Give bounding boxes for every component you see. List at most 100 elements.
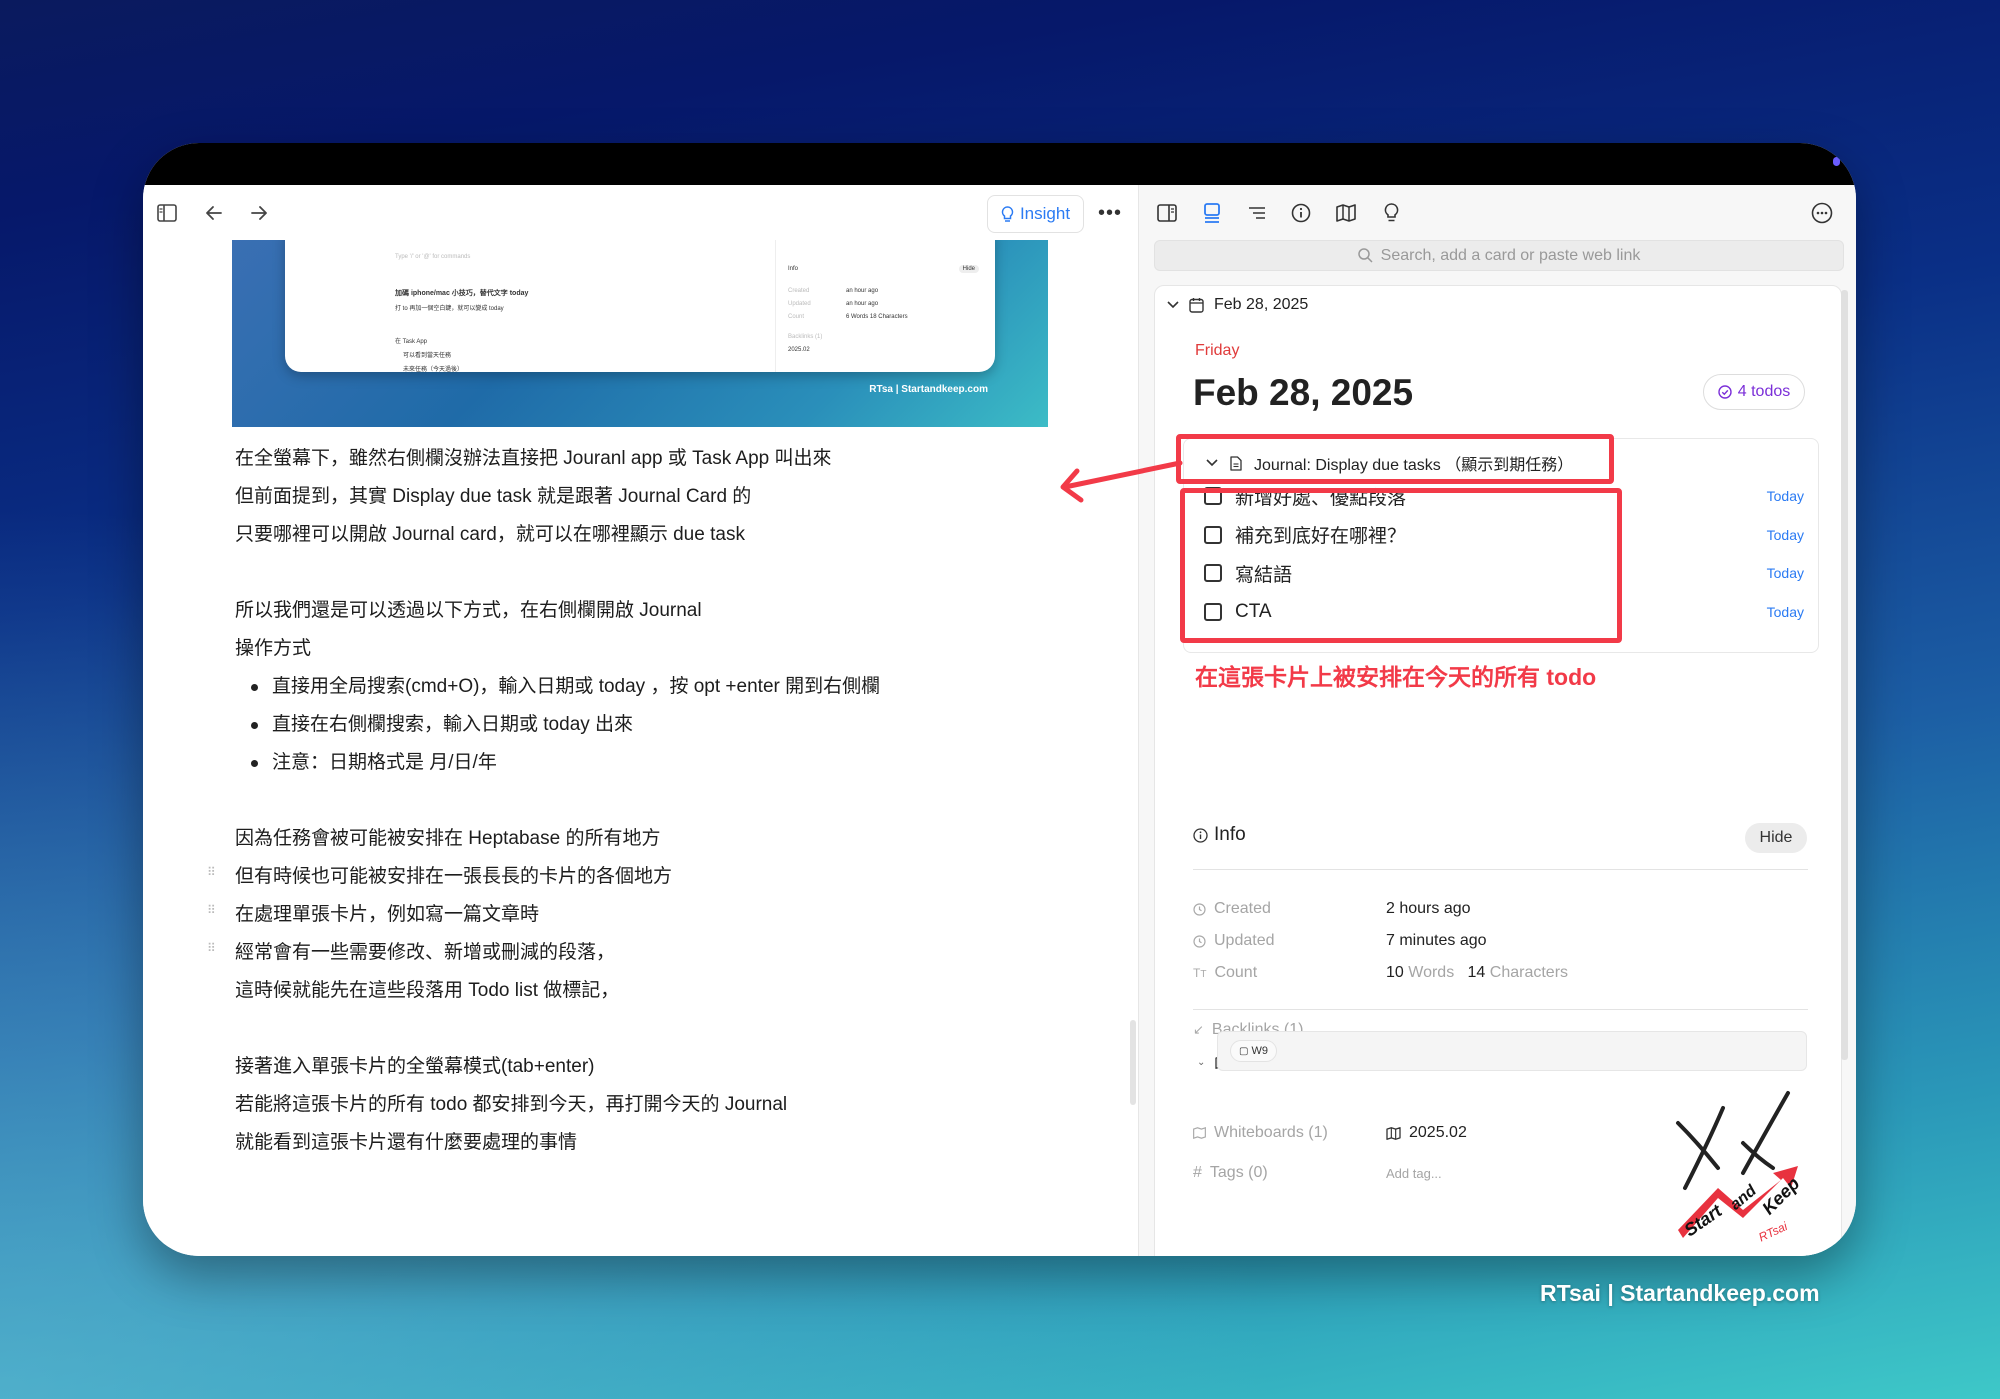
task-due-date[interactable]: Today: [1767, 604, 1804, 620]
embedded-card-body: Type '/' or '@' for commands 加碼 iphone/m…: [395, 240, 755, 378]
info-icon[interactable]: [1287, 199, 1315, 227]
app-window: Insight ••• Type '/' or '@' for commands…: [143, 143, 1856, 1256]
paragraph-line[interactable]: 但有時候也可能被安排在一張長長的卡片的各個地方 ⠿: [207, 858, 1115, 896]
drag-handle-icon[interactable]: ⠿: [207, 942, 217, 961]
embedded-whiteboard: 2025.02: [788, 347, 810, 353]
whiteboards-label-text: Whiteboards (1): [1214, 1124, 1328, 1141]
drag-handle-icon[interactable]: ⠿: [207, 866, 217, 885]
words-label: Words: [1408, 964, 1455, 981]
line-text: 只要哪裡可以開啟 Journal card，就可以在哪裡顯示 due task: [235, 524, 745, 545]
line-text: 在全螢幕下，雖然右側欄沒辦法直接把 Jouranl app 或 Task App…: [235, 448, 832, 469]
updated-label: Updated: [1193, 932, 1386, 950]
paragraph-line[interactable]: 經常會有一些需要修改、新增或刪減的段落， ⠿: [207, 934, 1115, 972]
document-body[interactable]: 在全螢幕下，雖然右側欄沒辦法直接把 Jouranl app 或 Task App…: [207, 440, 1115, 1162]
paragraph-line[interactable]: 這時候就能先在這些段落用 Todo list 做標記，: [235, 972, 1115, 1010]
bullet-item[interactable]: 直接用全局搜索(cmd+O)，輸入日期或 today ，按 opt +enter…: [235, 668, 1115, 706]
paragraph-line[interactable]: 接著進入單張卡片的全螢幕模式(tab+enter): [235, 1048, 1115, 1086]
updated-label-text: Updated: [1214, 932, 1275, 949]
map-icon: [1193, 1127, 1206, 1139]
task-due-date[interactable]: Today: [1767, 527, 1804, 543]
line-text: 經常會有一些需要修改、新增或刪減的段落，: [235, 942, 616, 963]
embedded-task-app: 在 Task App: [395, 339, 428, 345]
chars-label: Characters: [1489, 964, 1569, 981]
add-tag-input[interactable]: Add tag...: [1386, 1166, 1442, 1181]
arrow-left-icon[interactable]: [200, 199, 228, 227]
annotation-arrow-icon: [1060, 460, 1183, 503]
paragraph-line[interactable]: 但前面提到，其實 Display due task 就是跟著 Journal C…: [235, 478, 1115, 516]
search-placeholder: Search, add a card or paste web link: [1380, 246, 1641, 264]
embedded-count-value: 6 Words 18 Characters: [846, 314, 908, 320]
paragraph-line[interactable]: 就能看到這張卡片還有什麼要處理的事情: [235, 1124, 1115, 1162]
sidebar-toggle-icon[interactable]: [153, 199, 181, 227]
embedded-updated-label: Updated: [788, 301, 811, 307]
bullet-item[interactable]: 直接在右側欄搜索，輸入日期或 today 出來: [235, 706, 1115, 744]
more-circle-icon[interactable]: [1808, 199, 1836, 227]
clock-icon: [1193, 902, 1206, 916]
paragraph-line[interactable]: 在全螢幕下，雖然右側欄沒辦法直接把 Jouranl app 或 Task App…: [235, 440, 1115, 478]
signature-author: RTsai: [1756, 1219, 1789, 1245]
embedded-screenshot-image: Type '/' or '@' for commands 加碼 iphone/m…: [232, 240, 1048, 427]
editor-toolbar: Insight •••: [143, 185, 1138, 240]
embedded-bullet: 可以看到當天任務: [403, 353, 452, 359]
backlink-card-chip[interactable]: ▢ W9: [1230, 1040, 1277, 1062]
hide-info-button[interactable]: Hide: [1745, 823, 1807, 853]
bullet-item[interactable]: 注意：日期格式是 月/日/年: [235, 744, 1115, 782]
paragraph-line[interactable]: 若能將這張卡片的所有 todo 都安排到今天，再打開今天的 Journal: [235, 1086, 1115, 1124]
chars-count: 14: [1467, 964, 1486, 981]
embedded-created-label: Created: [788, 288, 810, 294]
tags-label: # Tags (0): [1193, 1164, 1386, 1182]
search-input[interactable]: Search, add a card or paste web link: [1154, 240, 1844, 271]
whiteboard-link[interactable]: 2025.02: [1409, 1124, 1467, 1142]
embedded-subtext: 打 to 再加一個空白鍵，就可以變成 today: [395, 306, 504, 312]
info-title-label: Info: [1214, 824, 1246, 845]
map-icon[interactable]: [1332, 199, 1360, 227]
journal-card-header[interactable]: Feb 28, 2025: [1167, 296, 1308, 314]
paragraph-line[interactable]: 所以我們還是可以透過以下方式，在右側欄開啟 Journal: [235, 592, 1115, 630]
todos-badge[interactable]: 4 todos: [1703, 374, 1805, 410]
paragraph-line[interactable]: 操作方式: [235, 630, 1115, 668]
arrow-right-icon[interactable]: [245, 199, 273, 227]
embedded-card-preview: Type '/' or '@' for commands 加碼 iphone/m…: [285, 240, 995, 373]
backlink-arrow-icon: ↙: [1193, 1022, 1204, 1037]
lightbulb-icon[interactable]: [1377, 199, 1405, 227]
journal-title: Feb 28, 2025: [1193, 372, 1414, 413]
paragraph-line[interactable]: 只要哪裡可以開啟 Journal card，就可以在哪裡顯示 due task: [235, 516, 1115, 554]
main-editor-panel: Insight ••• Type '/' or '@' for commands…: [143, 185, 1138, 1256]
line-text: 若能將這張卡片的所有 todo 都安排到今天，再打開今天的 Journal: [235, 1094, 788, 1115]
info-divider: [1193, 869, 1808, 870]
split-view-icon[interactable]: [1153, 199, 1181, 227]
line-text: 這時候就能先在這些段落用 Todo list 做標記，: [235, 980, 620, 1001]
calendar-icon: [1189, 298, 1204, 313]
sidebar-scrollbar[interactable]: [1841, 290, 1848, 1060]
todos-count: 4 todos: [1737, 383, 1791, 400]
line-text: 但有時候也可能被安排在一張長長的卡片的各個地方: [235, 866, 673, 887]
backlink-preview: ▢ W9: [1217, 1031, 1807, 1071]
paragraph-line[interactable]: 在處理單張卡片，例如寫一篇文章時 ⠿: [207, 896, 1115, 934]
card-view-icon[interactable]: [1198, 199, 1226, 227]
line-text: 因為任務會被可能被安排在 Heptabase 的所有地方: [235, 828, 661, 849]
chevron-down-icon[interactable]: ⌄: [1197, 1057, 1205, 1068]
outline-icon[interactable]: [1243, 199, 1271, 227]
info-row-count: TT Count 10 Words 14 Characters: [1193, 964, 1568, 982]
insight-button[interactable]: Insight: [987, 195, 1084, 233]
drag-handle-icon[interactable]: ⠿: [207, 904, 217, 923]
task-due-date[interactable]: Today: [1767, 565, 1804, 581]
task-due-date[interactable]: Today: [1767, 488, 1804, 504]
embedded-backlinks: Backlinks (1): [788, 334, 823, 340]
line-text: 直接在右側欄搜索，輸入日期或 today 出來: [272, 714, 634, 735]
paragraph-line[interactable]: 因為任務會被可能被安排在 Heptabase 的所有地方: [235, 820, 1115, 858]
more-options-button[interactable]: •••: [1095, 199, 1125, 227]
created-label: Created: [1193, 900, 1386, 918]
line-text: 但前面提到，其實 Display due task 就是跟著 Journal C…: [235, 486, 752, 507]
hash-icon: #: [1193, 1164, 1202, 1181]
editor-scrollbar[interactable]: [1130, 1020, 1136, 1105]
check-circle-icon: [1718, 385, 1732, 399]
embedded-bullet: 未來任務（今天過後）: [403, 367, 464, 373]
journal-header-date: Feb 28, 2025: [1214, 296, 1309, 313]
tags-label-text: Tags (0): [1209, 1164, 1268, 1181]
annotation-caption: 在這張卡片上被安排在今天的所有 todo: [1195, 664, 1597, 690]
chevron-down-icon[interactable]: [1167, 301, 1179, 309]
journal-weekday: Friday: [1195, 342, 1240, 359]
